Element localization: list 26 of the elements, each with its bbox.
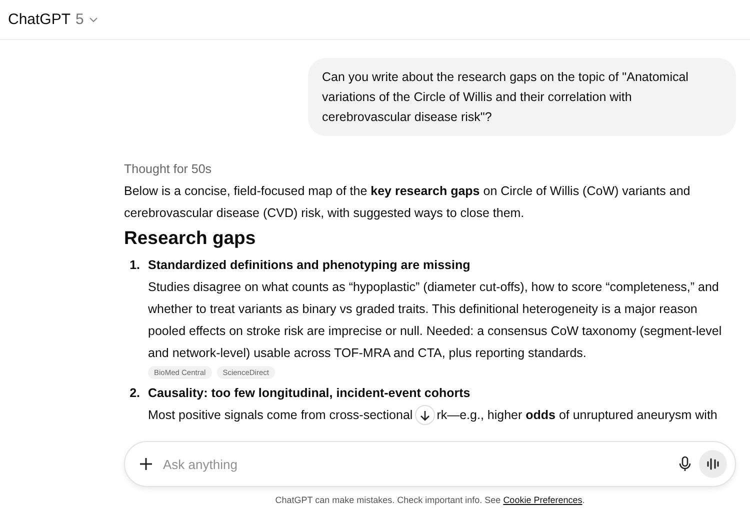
add-button[interactable] xyxy=(139,457,153,471)
microphone-button[interactable] xyxy=(679,456,691,472)
section-heading: Research gaps xyxy=(124,226,257,250)
plus-icon xyxy=(139,457,153,471)
thought-duration[interactable]: Thought for 50s xyxy=(124,158,736,180)
voice-mode-button[interactable] xyxy=(699,450,727,478)
item-paragraph: rk—e.g., higher odds of unruptured aneurysm with xyxy=(436,407,718,424)
intro-paragraph: Below is a concise, field-focused map of the key research gaps on Circle of Willis (CoW) variants and cerebrovascular disease (CVD) risk, with suggested ways to close them. xyxy=(124,183,692,222)
message-composer[interactable]: Ask anything xyxy=(124,441,736,487)
list-number: 1. xyxy=(128,257,140,274)
list-number: 2. xyxy=(128,385,140,402)
arrow-down-icon xyxy=(420,410,430,420)
item-title: Causality: too few longitudinal, incident-event cohorts xyxy=(148,385,472,402)
cookie-preferences-link[interactable]: Cookie Preferences xyxy=(503,495,582,505)
scroll-down-button[interactable] xyxy=(414,405,435,425)
item-paragraph: Most positive signals come from cross-sectional xyxy=(148,407,413,424)
message-input[interactable]: Ask anything xyxy=(161,456,671,472)
app-title[interactable]: ChatGPT xyxy=(8,11,71,28)
chevron-down-icon[interactable] xyxy=(88,16,98,22)
item-paragraph: Studies disagree on what counts as “hypoplastic” (diameter cut-offs), how to score “completeness,” and whether to treat variants as binary vs graded traits. This definitional heterogeneity is a major reason pooled effects on stroke risk are imprecise or null. Needed: a consensus CoW taxonomy (segment-level and network-level) usable across TOF-MRA and CTA, plus reporting standards. xyxy=(148,279,723,362)
item-title: Standardized definitions and phenotyping are missing xyxy=(148,257,472,274)
user-message: Can you write about the research gaps on the topic of "Anatomical variations of the Circle of Willis and their correlation with cerebrovascular disease risk"? xyxy=(308,58,736,136)
sound-wave-icon xyxy=(706,458,720,470)
model-version[interactable]: 5 xyxy=(76,11,84,28)
disclaimer-text: ChatGPT can make mistakes. Check important info. See Cookie Preferences. xyxy=(275,495,585,505)
microphone-icon xyxy=(679,456,691,472)
